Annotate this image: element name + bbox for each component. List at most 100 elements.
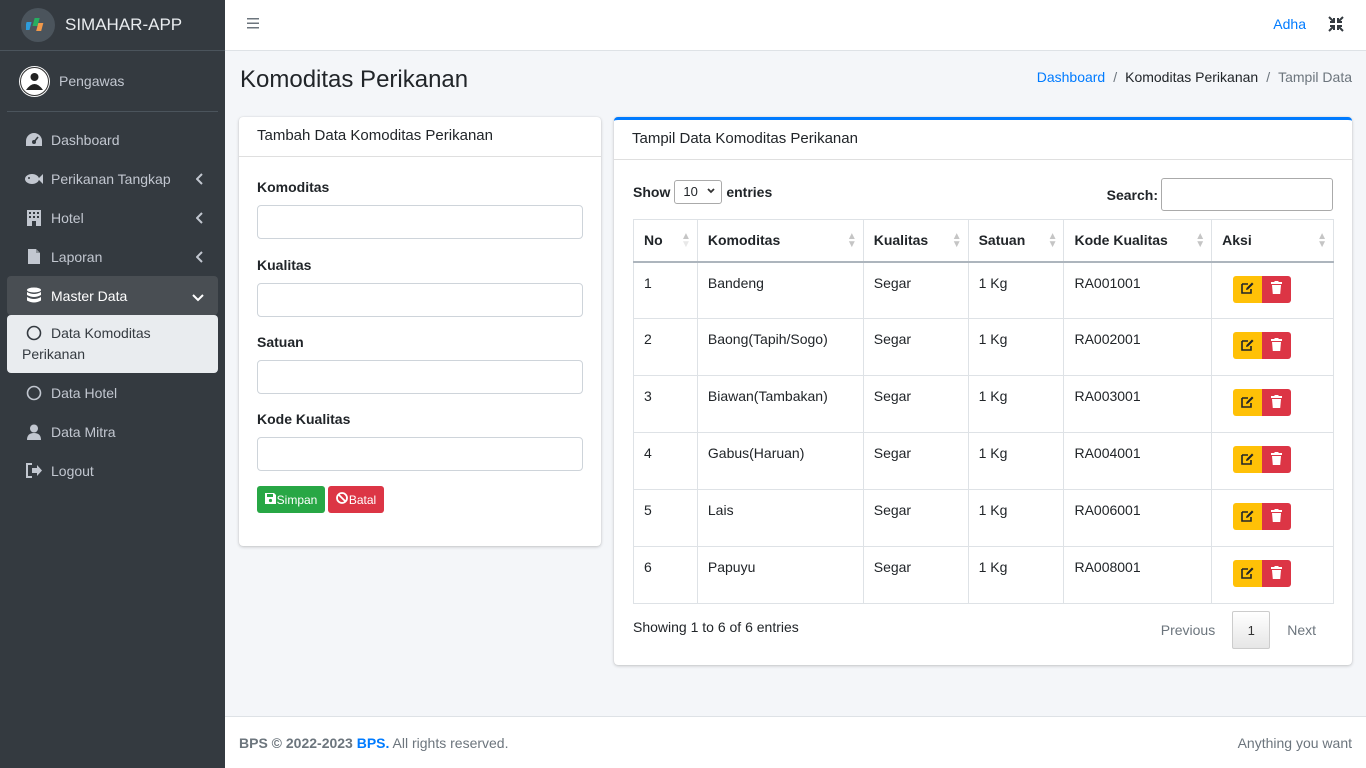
cell-no: 3 bbox=[633, 375, 698, 433]
komoditas-input[interactable] bbox=[257, 205, 583, 239]
sidebar-item-laporan[interactable]: Laporan bbox=[7, 237, 218, 276]
delete-button[interactable] bbox=[1262, 389, 1292, 416]
cell-aksi bbox=[1211, 318, 1334, 376]
sidebar-item-data-komoditas-perikanan[interactable]: Data Komoditas Perikanan bbox=[7, 315, 218, 373]
avatar bbox=[19, 65, 50, 97]
sidebar-item-label: Data Mitra bbox=[51, 423, 116, 440]
table-row: 2 Baong(Tapih/Sogo) Segar 1 Kg RA002001 bbox=[633, 318, 1334, 376]
table-row: 3 Biawan(Tambakan) Segar 1 Kg RA003001 bbox=[633, 375, 1334, 433]
sidebar-item-label: Data Komoditas Perikanan bbox=[22, 325, 151, 362]
page-length-control: Show 10 entries bbox=[633, 180, 772, 204]
circle-icon bbox=[26, 325, 42, 347]
chevron-down-icon bbox=[192, 289, 204, 305]
sidebar-item-master-data[interactable]: Master Data bbox=[7, 276, 218, 315]
edit-icon bbox=[1241, 452, 1254, 468]
previous-page-button[interactable]: Previous bbox=[1144, 622, 1232, 638]
sidebar-item-data-mitra[interactable]: Data Mitra bbox=[7, 412, 218, 451]
delete-button[interactable] bbox=[1262, 446, 1292, 473]
cell-kualitas: Segar bbox=[862, 489, 969, 547]
search-label: Search: bbox=[1106, 186, 1158, 203]
kode-kualitas-input[interactable] bbox=[257, 437, 583, 471]
sidebar-item-dashboard[interactable]: Dashboard bbox=[7, 120, 218, 159]
cell-satuan: 1 Kg bbox=[967, 318, 1065, 376]
app-title: SIMAHAR-APP bbox=[65, 15, 183, 34]
delete-button[interactable] bbox=[1262, 332, 1292, 359]
satuan-input[interactable] bbox=[257, 360, 583, 394]
save-button[interactable]: Simpan bbox=[257, 486, 325, 513]
column-header-no[interactable]: No ▲ ▼ bbox=[633, 219, 698, 263]
rights-text: All rights reserved. bbox=[392, 734, 509, 751]
sidebar-item-label: Laporan bbox=[51, 248, 103, 265]
show-label: Show bbox=[633, 184, 671, 200]
cell-no: 2 bbox=[633, 318, 698, 376]
chevron-left-icon bbox=[195, 211, 204, 227]
cell-kode-kualitas: RA002001 bbox=[1063, 318, 1213, 376]
delete-button[interactable] bbox=[1262, 560, 1292, 587]
user-menu-link[interactable]: Adha bbox=[1273, 16, 1306, 32]
cell-no: 4 bbox=[633, 432, 698, 490]
edit-button[interactable] bbox=[1233, 503, 1263, 530]
sort-icon: ▲ ▼ bbox=[951, 231, 962, 250]
delete-button[interactable] bbox=[1262, 503, 1292, 530]
field-label: Kualitas bbox=[257, 257, 312, 273]
table-info: Showing 1 to 6 of 6 entries bbox=[633, 619, 799, 635]
commodity-table: No ▲ ▼ Komoditas ▲ ▼ Kualitas ▲ ▼ Satuan ▲ ▼ Kod… bbox=[633, 219, 1334, 604]
card-title: Tampil Data Komoditas Perikanan bbox=[614, 120, 1352, 160]
sidebar-item-hotel[interactable]: Hotel bbox=[7, 198, 218, 237]
entries-label: entries bbox=[726, 184, 773, 200]
sidebar-item-label: Dashboard bbox=[51, 131, 120, 148]
search-input[interactable] bbox=[1161, 178, 1333, 211]
edit-icon bbox=[1241, 395, 1254, 411]
cell-aksi bbox=[1211, 546, 1334, 604]
sidebar-item-logout[interactable]: Logout bbox=[7, 451, 218, 490]
sidebar-item-data-hotel[interactable]: Data Hotel bbox=[7, 373, 218, 412]
delete-button[interactable] bbox=[1262, 275, 1292, 303]
edit-button[interactable] bbox=[1233, 446, 1263, 473]
table-row: 5 Lais Segar 1 Kg RA006001 bbox=[633, 489, 1334, 547]
cell-komoditas: Lais bbox=[696, 489, 864, 547]
compress-icon[interactable] bbox=[1328, 16, 1344, 35]
footer: BPS © 2022-2023 BPS. All rights reserved… bbox=[225, 716, 1366, 768]
edit-button[interactable] bbox=[1233, 332, 1263, 359]
trash-icon bbox=[1271, 337, 1283, 354]
breadcrumb-separator: / bbox=[1266, 69, 1271, 85]
user-panel[interactable]: Pengawas bbox=[7, 51, 218, 112]
brand-link[interactable]: SIMAHAR-APP bbox=[0, 0, 225, 51]
cell-no: 5 bbox=[633, 489, 698, 547]
column-header-komoditas[interactable]: Komoditas ▲ ▼ bbox=[696, 219, 864, 263]
org-link[interactable]: BPS. bbox=[357, 735, 390, 751]
sidebar-item-perikanan-tangkap[interactable]: Perikanan Tangkap bbox=[7, 159, 218, 198]
form-group-satuan: Satuan bbox=[257, 334, 583, 394]
kualitas-input[interactable] bbox=[257, 283, 583, 317]
cell-kode-kualitas: RA003001 bbox=[1063, 375, 1213, 433]
cancel-button[interactable]: Batal bbox=[328, 486, 384, 513]
column-header-kualitas[interactable]: Kualitas ▲ ▼ bbox=[862, 219, 969, 263]
copyright-text: BPS © 2022-2023 bbox=[239, 734, 353, 751]
next-page-button[interactable]: Next bbox=[1270, 622, 1333, 638]
column-header-aksi[interactable]: Aksi ▲ ▼ bbox=[1211, 219, 1334, 263]
save-label: Simpan bbox=[276, 492, 318, 507]
field-label: Satuan bbox=[257, 334, 304, 350]
table-header-row: No ▲ ▼ Komoditas ▲ ▼ Kualitas ▲ ▼ Satuan ▲ ▼ Kod… bbox=[633, 219, 1334, 263]
commodity-table-card: Tampil Data Komoditas Perikanan Show 10 … bbox=[614, 117, 1352, 665]
user-avatar-icon bbox=[20, 66, 49, 96]
table-row: 4 Gabus(Haruan) Segar 1 Kg RA004001 bbox=[633, 432, 1334, 490]
card-title: Tambah Data Komoditas Perikanan bbox=[239, 117, 601, 157]
save-icon bbox=[264, 492, 276, 507]
add-commodity-card: Tambah Data Komoditas Perikanan Komodita… bbox=[239, 117, 601, 546]
trash-icon bbox=[1271, 394, 1283, 411]
column-header-satuan[interactable]: Satuan ▲ ▼ bbox=[967, 219, 1065, 263]
page-1-button[interactable]: 1 bbox=[1232, 611, 1271, 649]
breadcrumb-home-link[interactable]: Dashboard bbox=[1037, 69, 1106, 85]
edit-button[interactable] bbox=[1233, 275, 1263, 303]
cell-kualitas: Segar bbox=[862, 546, 969, 604]
column-header-kode-kualitas[interactable]: Kode Kualitas ▲ ▼ bbox=[1063, 219, 1213, 263]
edit-button[interactable] bbox=[1233, 560, 1263, 587]
edit-button[interactable] bbox=[1233, 389, 1263, 416]
breadcrumb-separator: / bbox=[1113, 69, 1118, 85]
page-length-select[interactable]: 10 bbox=[674, 180, 723, 204]
menu-icon[interactable] bbox=[246, 16, 260, 33]
building-icon bbox=[24, 208, 44, 228]
sort-icon: ▲ ▼ bbox=[1317, 231, 1327, 250]
breadcrumb-last: Tampil Data bbox=[1278, 69, 1352, 85]
